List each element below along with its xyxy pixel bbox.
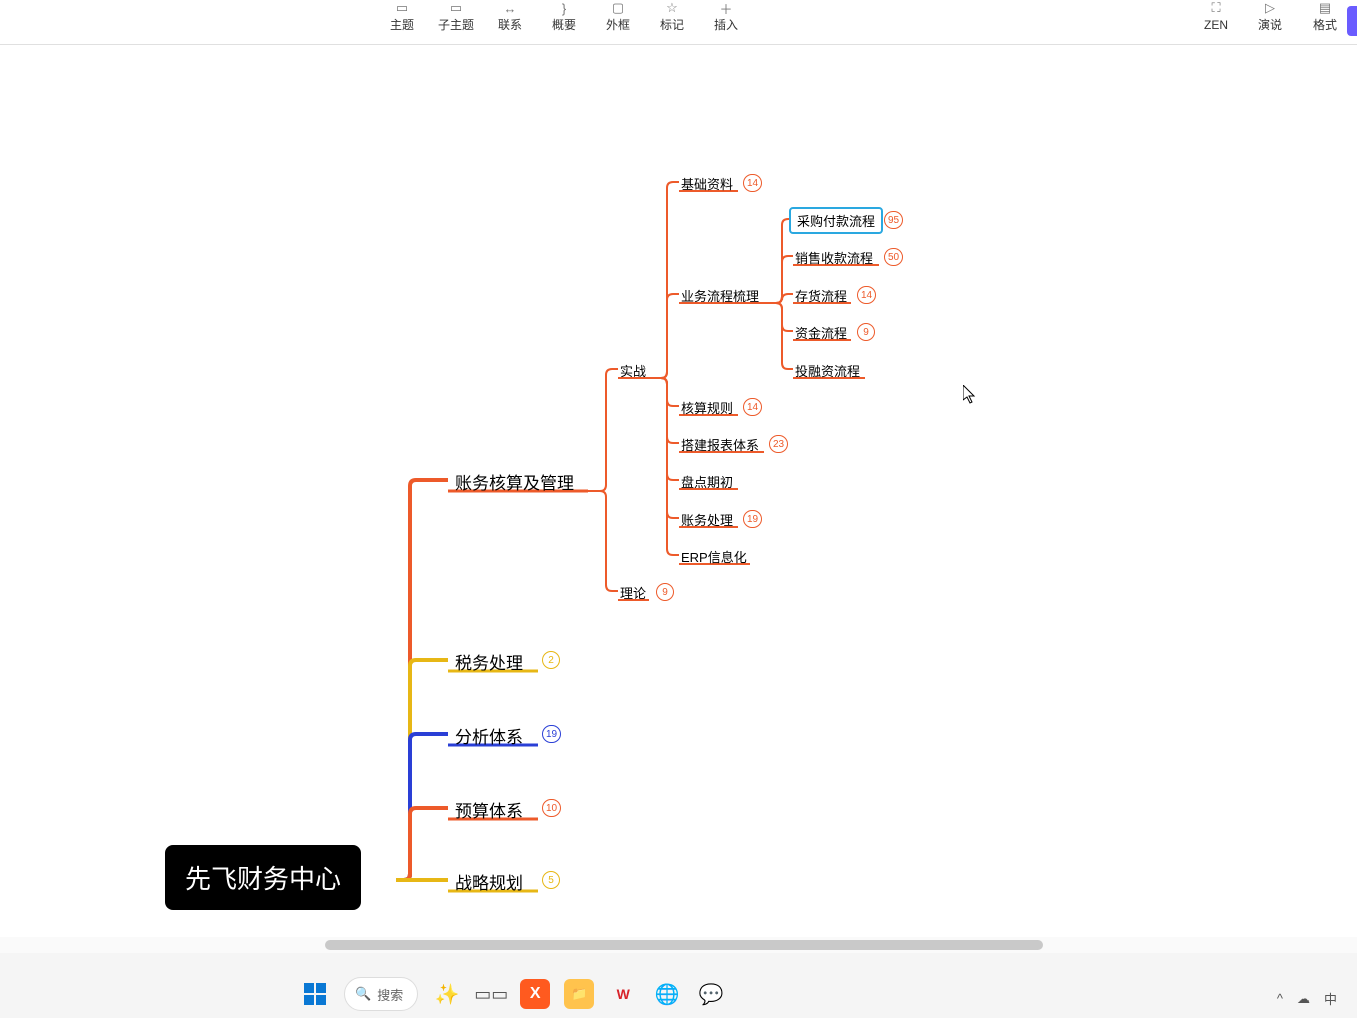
explorer-icon[interactable]: 📁 [564,979,594,1009]
insert-label: 插入 [714,18,738,32]
summary-button[interactable]: } 概要 [537,0,591,40]
right-panel-handle[interactable] [1347,6,1357,36]
present-button[interactable]: ▷ 演说 [1243,0,1297,40]
node-fund-flow[interactable]: 资金流程 [795,323,847,342]
branch-tax[interactable]: 税务处理 [455,649,523,674]
boundary-icon: ▢ [612,0,624,16]
relation-icon: ↔ [504,0,517,16]
wechat-icon[interactable]: 💬 [696,979,726,1009]
format-button[interactable]: ▤ 格式 [1298,0,1352,40]
format-label: 格式 [1313,18,1337,32]
branch-strategy-badge[interactable]: 5 [542,871,560,889]
present-icon: ▷ [1265,0,1275,16]
node-theory[interactable]: 理论 [620,583,646,602]
node-report-system[interactable]: 搭建报表体系 [681,435,759,454]
subtopic-icon: ▭ [450,0,462,16]
node-sales-receipt[interactable]: 销售收款流程 [795,248,873,267]
branch-strategy-label: 战略规划 [455,874,523,893]
node-accounting-process-badge[interactable]: 19 [743,510,762,528]
node-purchase-payment-badge[interactable]: 95 [884,211,903,229]
windows-taskbar: 🔍 搜索 ✨ ▭▭ X 📁 W 🌐 💬 ^ ☁ 中 [0,953,1357,1018]
system-tray: ^ ☁ 中 [1277,989,1337,1008]
marker-label: 标记 [660,18,684,32]
boundary-label: 外框 [606,18,630,32]
relation-label: 联系 [498,18,522,32]
ime-indicator[interactable]: 中 [1324,989,1337,1008]
node-report-system-badge[interactable]: 23 [769,435,788,453]
tray-chevron-icon[interactable]: ^ [1277,991,1283,1006]
branch-tax-badge[interactable]: 2 [542,651,560,669]
node-accounting-process[interactable]: 账务处理 [681,510,733,529]
format-icon: ▤ [1319,0,1331,16]
insert-icon: ＋ [719,0,732,16]
branch-analysis[interactable]: 分析体系 [455,723,523,748]
toolbar-right-group: ⛶ ZEN ▷ 演说 [1189,0,1297,40]
mindmap-canvas[interactable]: 先飞财务中心 账务核算及管理 税务处理 2 分析体系 19 预算体系 10 战略… [0,45,1357,953]
zen-icon: ⛶ [1211,0,1220,16]
branch-budget-badge[interactable]: 10 [542,799,561,817]
zen-label: ZEN [1204,18,1228,32]
node-inventory-flow-badge[interactable]: 14 [857,286,876,304]
relation-button[interactable]: ↔ 联系 [483,0,537,40]
marker-button[interactable]: ☆ 标记 [645,0,699,40]
node-inventory-init[interactable]: 盘点期初 [681,472,733,491]
branch-analysis-badge[interactable]: 19 [542,725,561,743]
node-purchase-payment[interactable]: 采购付款流程 [789,207,883,234]
branch-accounting-label: 账务核算及管理 [455,474,574,493]
branch-accounting[interactable]: 账务核算及管理 [455,469,574,494]
subtopic-label: 子主题 [438,18,474,32]
subtopic-button[interactable]: ▭ 子主题 [429,0,483,40]
branch-tax-label: 税务处理 [455,654,523,673]
node-basic-data[interactable]: 基础资料 [681,174,733,193]
search-placeholder: 搜索 [377,985,403,1004]
wps-icon[interactable]: W [608,979,638,1009]
task-view-icon[interactable]: ▭▭ [476,979,506,1009]
copilot-icon[interactable]: ✨ [432,979,462,1009]
node-business-process[interactable]: 业务流程梳理 [681,286,759,305]
node-erp[interactable]: ERP信息化 [681,547,747,566]
horizontal-scrollbar[interactable] [0,937,1357,953]
top-toolbar: ▭ 主题 ▭ 子主题 ↔ 联系 } 概要 ▢ 外框 ☆ 标记 ＋ 插入 ⛶ [0,0,1357,45]
topic-button[interactable]: ▭ 主题 [375,0,429,40]
toolbar-far-right: ▤ 格式 [1298,0,1352,40]
start-button[interactable] [300,979,330,1009]
cursor-icon [963,385,977,405]
marker-icon: ☆ [666,0,678,16]
topic-icon: ▭ [396,0,408,16]
node-basic-data-badge[interactable]: 14 [743,174,762,192]
branch-budget[interactable]: 预算体系 [455,797,523,822]
browser-icon[interactable]: 🌐 [652,979,682,1009]
insert-button[interactable]: ＋ 插入 [699,0,753,40]
summary-icon: } [562,0,566,16]
node-inventory-flow[interactable]: 存货流程 [795,286,847,305]
present-label: 演说 [1258,18,1282,32]
root-topic[interactable]: 先飞财务中心 [165,845,361,910]
node-theory-badge[interactable]: 9 [656,583,674,601]
boundary-button[interactable]: ▢ 外框 [591,0,645,40]
toolbar-left-group: ▭ 主题 ▭ 子主题 ↔ 联系 } 概要 ▢ 外框 ☆ 标记 ＋ 插入 [375,0,753,40]
onedrive-icon[interactable]: ☁ [1297,991,1310,1007]
taskbar-search[interactable]: 🔍 搜索 [344,977,418,1011]
branch-strategy[interactable]: 战略规划 [455,869,523,894]
topic-label: 主题 [390,18,414,32]
node-investment-flow[interactable]: 投融资流程 [795,361,860,380]
root-label: 先飞财务中心 [185,864,341,894]
node-practice[interactable]: 实战 [620,361,646,380]
xmind-app-icon[interactable]: X [520,979,550,1009]
node-fund-flow-badge[interactable]: 9 [857,323,875,341]
zen-button[interactable]: ⛶ ZEN [1189,0,1243,40]
branch-budget-label: 预算体系 [455,802,523,821]
horizontal-scroll-thumb[interactable] [325,940,1043,950]
node-accounting-rules-badge[interactable]: 14 [743,398,762,416]
node-sales-receipt-badge[interactable]: 50 [884,248,903,266]
branch-analysis-label: 分析体系 [455,728,523,747]
summary-label: 概要 [552,18,576,32]
search-icon: 🔍 [355,986,371,1002]
node-accounting-rules[interactable]: 核算规则 [681,398,733,417]
